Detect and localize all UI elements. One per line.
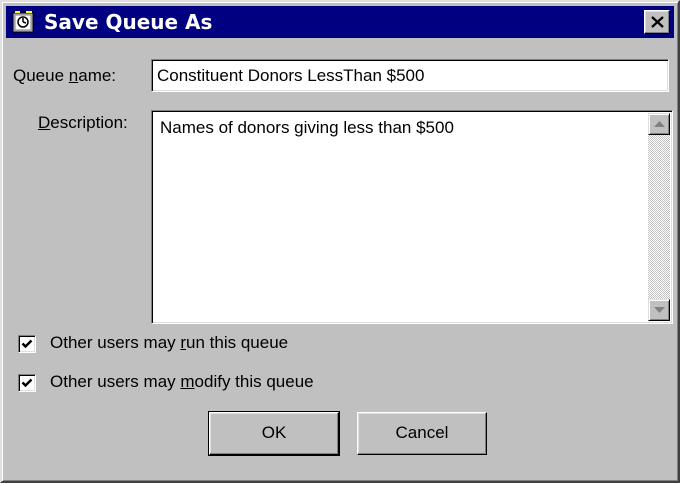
scroll-up-arrow-icon	[654, 121, 665, 127]
queue-app-icon	[12, 11, 34, 33]
queue-name-label: Queue name:	[13, 66, 117, 85]
cancel-button-label: Cancel	[395, 423, 449, 442]
ok-button[interactable]: OK	[208, 411, 340, 456]
description-scrollbar[interactable]	[648, 113, 670, 321]
window-title: Save Queue As	[44, 10, 213, 34]
title-bar[interactable]: Save Queue As	[6, 6, 674, 38]
queue-name-value: Constituent Donors LessThan $500	[157, 66, 425, 85]
description-textarea[interactable]: Names of donors giving less than $500	[151, 110, 673, 324]
save-queue-as-dialog: Save Queue As Queue name: Constituent Do…	[0, 0, 680, 483]
modify-queue-label[interactable]: Other users may modify this queue	[50, 371, 314, 393]
scroll-down-button[interactable]	[648, 299, 670, 321]
scroll-down-arrow-icon	[654, 307, 665, 313]
close-button[interactable]	[644, 10, 670, 34]
checkmark-icon	[21, 339, 33, 349]
run-queue-checkbox[interactable]	[18, 335, 36, 353]
close-icon	[651, 16, 664, 28]
queue-name-field[interactable]: Constituent Donors LessThan $500	[151, 59, 669, 92]
checkmark-icon	[21, 378, 33, 388]
run-queue-label[interactable]: Other users may run this queue	[50, 332, 288, 354]
description-label: Description:	[38, 113, 128, 132]
description-value: Names of donors giving less than $500	[160, 118, 454, 137]
modify-queue-checkbox[interactable]	[18, 374, 36, 392]
scroll-up-button[interactable]	[648, 113, 670, 135]
ok-button-label: OK	[261, 423, 287, 442]
cancel-button[interactable]: Cancel	[357, 412, 487, 455]
